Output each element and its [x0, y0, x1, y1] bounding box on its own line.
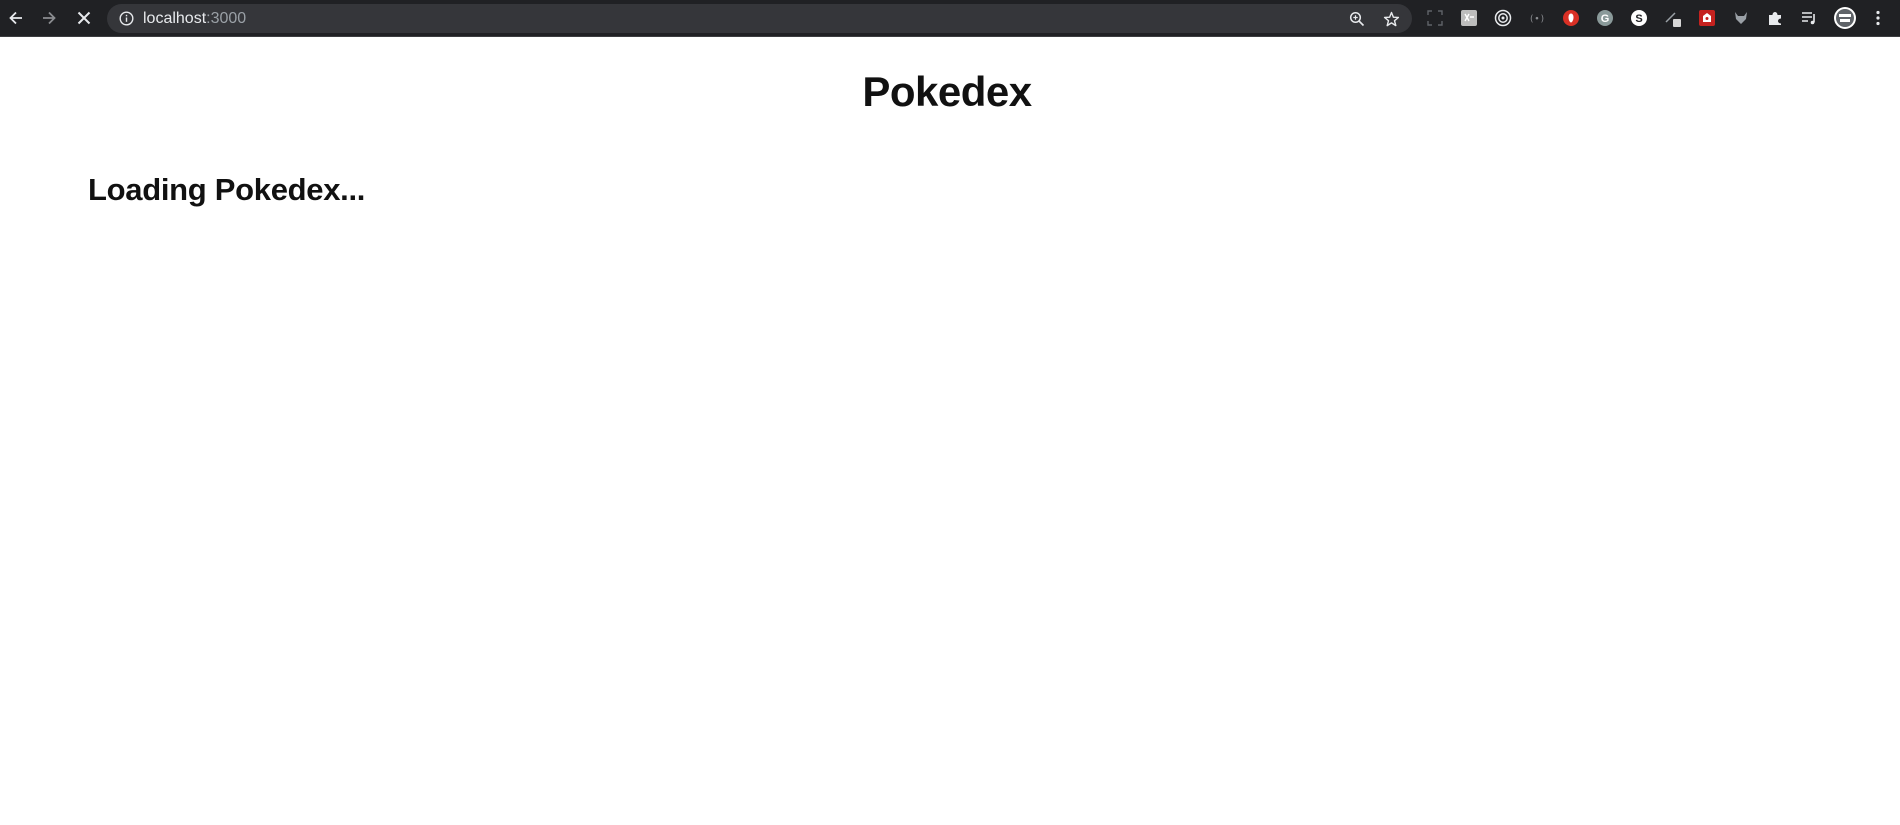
ublock-extension-icon[interactable] — [1561, 8, 1581, 28]
star-icon — [1383, 11, 1399, 26]
zoom-icon — [1349, 11, 1365, 27]
url-text[interactable]: localhost:3000 — [143, 10, 246, 28]
url-host: localhost — [143, 10, 207, 27]
pen-extension-icon[interactable] — [1663, 8, 1683, 28]
kebab-menu-icon[interactable] — [1868, 8, 1888, 28]
target-extension-icon[interactable] — [1493, 8, 1513, 28]
red-extension-icon[interactable] — [1697, 8, 1717, 28]
stop-loading-button[interactable] — [72, 6, 96, 30]
profile-avatar[interactable] — [1833, 6, 1857, 30]
s-extension-icon[interactable]: S — [1629, 8, 1649, 28]
close-icon — [77, 11, 91, 25]
bookmark-button[interactable] — [1381, 9, 1401, 29]
translate-extension-icon[interactable] — [1459, 8, 1479, 28]
svg-text:(•): (•) — [1529, 15, 1545, 25]
loading-message: Loading Pokedex... — [88, 172, 366, 207]
svg-text:S: S — [1635, 13, 1642, 25]
svg-text:G: G — [1601, 13, 1610, 25]
screenshot-extension-icon[interactable] — [1425, 8, 1445, 28]
forward-button[interactable] — [37, 6, 61, 30]
browser-toolbar: localhost:3000 (•) G S — [0, 0, 1900, 37]
zoom-button[interactable] — [1347, 9, 1367, 29]
grammarly-extension-icon[interactable]: G — [1595, 8, 1615, 28]
page-title: Pokedex — [862, 68, 1032, 115]
info-icon[interactable] — [119, 11, 134, 26]
back-arrow-icon — [9, 11, 22, 25]
address-bar[interactable]: localhost:3000 — [107, 4, 1412, 33]
forward-arrow-icon — [43, 11, 56, 25]
broadcast-extension-icon[interactable]: (•) — [1527, 8, 1547, 28]
fox-extension-icon[interactable] — [1731, 8, 1751, 28]
back-button[interactable] — [4, 6, 28, 30]
puzzle-icon[interactable] — [1765, 8, 1785, 28]
playlist-icon[interactable] — [1799, 8, 1819, 28]
url-port: :3000 — [206, 10, 247, 27]
